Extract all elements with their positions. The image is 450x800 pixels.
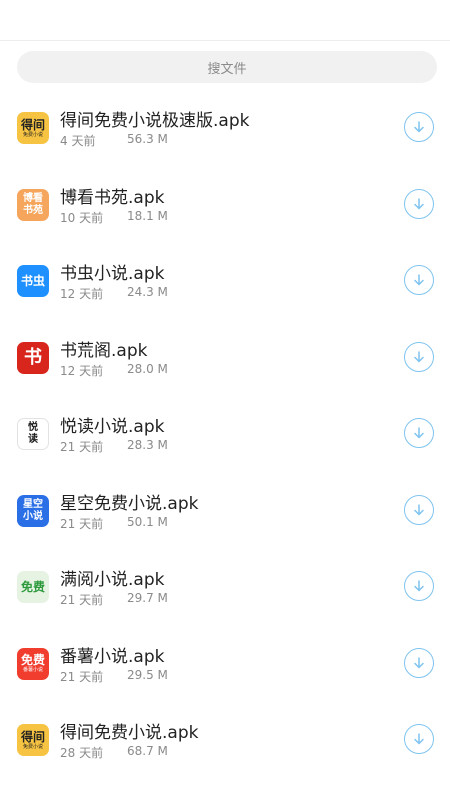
file-meta: 10 天前 18.1 M	[60, 209, 168, 226]
list-item[interactable]: 星空 小说 星空免费小说.apk 21 天前 50.1 M	[0, 473, 450, 550]
file-meta: 12 天前 28.0 M	[60, 362, 168, 379]
download-arrow-icon	[414, 503, 424, 515]
file-time: 10 天前	[60, 210, 104, 225]
file-name: 书荒阁.apk	[60, 340, 148, 361]
file-size: 28.3 M	[127, 438, 168, 452]
download-arrow-icon	[414, 427, 424, 439]
file-time: 12 天前	[60, 363, 104, 378]
app-icon-text: 得间	[20, 117, 45, 132]
fanshu-icon: 免费 番薯小说	[17, 647, 49, 680]
download-arrow-icon	[414, 197, 424, 209]
list-item[interactable]: 博看 书苑 博看书苑.apk 10 天前 18.1 M	[0, 167, 450, 244]
xingkong-icon: 星空 小说	[17, 494, 49, 527]
shuchong-icon: 书虫	[17, 265, 49, 297]
download-arrow-icon	[414, 121, 424, 133]
list-item[interactable]: 得间 免费小说 得间免费小说极速版.apk 4 天前 56.3 M	[0, 90, 450, 167]
list-item[interactable]: 书书荒阁.apk 12 天前 28.0 M	[0, 320, 450, 397]
file-meta: 21 天前 50.1 M	[60, 515, 168, 532]
list-item[interactable]: 得间 免费小说 得间免费小说.apk 28 天前 68.7 M	[0, 702, 450, 779]
file-time: 21 天前	[60, 516, 104, 531]
manyue-icon: 免费	[17, 571, 49, 603]
download-arrow-icon	[414, 350, 424, 362]
download-button[interactable]	[404, 418, 434, 448]
download-button[interactable]	[404, 265, 434, 295]
file-name: 星空免费小说.apk	[60, 493, 199, 514]
download-button[interactable]	[404, 647, 434, 678]
file-size: 29.5 M	[127, 667, 168, 682]
file-size: 56.3 M	[127, 132, 168, 146]
app-icon-text: 书	[24, 346, 42, 368]
file-size: 18.1 M	[127, 208, 168, 223]
file-size: 24.3 M	[127, 285, 168, 299]
file-name: 满阅小说.apk	[60, 570, 165, 590]
bokan-icon: 博看 书苑	[17, 188, 49, 221]
dejian-icon: 得间 免费小说	[17, 112, 49, 144]
file-size: 28.0 M	[127, 361, 168, 376]
download-button[interactable]	[404, 724, 434, 754]
file-name: 得间免费小说.apk	[60, 723, 199, 743]
yuedu-icon: 悦 读	[17, 418, 49, 450]
list-item[interactable]: 悦 读 悦读小说.apk 21 天前 28.3 M	[0, 396, 450, 473]
app-icon-text: 博看 书苑	[23, 192, 43, 216]
download-arrow-icon	[414, 733, 424, 745]
app-icon-subtext: 免费小说	[22, 131, 43, 138]
file-meta: 4 天前 56.3 M	[60, 132, 168, 149]
download-arrow-icon	[414, 656, 424, 668]
file-name: 书虫小说.apk	[60, 264, 165, 284]
download-button[interactable]	[404, 494, 434, 525]
app-icon-text: 书虫	[20, 274, 45, 288]
download-button[interactable]	[404, 188, 434, 219]
file-time: 28 天前	[60, 746, 104, 760]
app-icon-text: 免费	[20, 653, 45, 667]
file-name: 得间免费小说极速版.apk	[60, 111, 250, 131]
file-time: 21 天前	[60, 593, 104, 607]
list-item[interactable]: 免费 番薯小说 番薯小说.apk 21 天前 29.5 M	[0, 626, 450, 703]
app-icon-subtext: 免费小说	[22, 743, 43, 750]
file-meta: 12 天前 24.3 M	[60, 285, 168, 302]
top-bar	[0, 0, 450, 41]
file-name: 博看书苑.apk	[60, 187, 165, 208]
app-icon-subtext: 番薯小说	[22, 667, 43, 673]
file-meta: 21 天前 29.5 M	[60, 668, 168, 685]
download-arrow-icon	[414, 274, 424, 286]
app-icon-text: 免费	[20, 580, 45, 594]
file-size: 68.7 M	[127, 744, 168, 758]
file-time: 12 天前	[60, 287, 104, 301]
app-icon-text: 星空 小说	[23, 498, 43, 522]
file-size: 29.7 M	[127, 591, 168, 605]
list-item[interactable]: 免费 满阅小说.apk 21 天前 29.7 M	[0, 549, 450, 626]
file-size: 50.1 M	[127, 514, 168, 529]
file-meta: 21 天前 29.7 M	[60, 591, 168, 608]
file-name: 悦读小说.apk	[60, 417, 165, 437]
file-meta: 21 天前 28.3 M	[60, 438, 168, 455]
file-time: 4 天前	[60, 134, 96, 148]
file-meta: 28 天前 68.7 M	[60, 744, 168, 761]
list-item[interactable]: 书虫 书虫小说.apk 12 天前 24.3 M	[0, 243, 450, 320]
download-button[interactable]	[404, 341, 434, 372]
search-input[interactable]: 搜文件	[17, 51, 437, 83]
app-icon-text: 得间	[20, 729, 45, 744]
file-time: 21 天前	[60, 669, 104, 684]
file-list: 得间 免费小说 得间免费小说极速版.apk 4 天前 56.3 M 博看 书苑 博看书苑.a…	[0, 90, 450, 779]
shuhuangge-icon: 书	[17, 341, 49, 374]
download-arrow-icon	[414, 580, 424, 592]
download-button[interactable]	[404, 112, 434, 142]
download-button[interactable]	[404, 571, 434, 601]
dejian-icon: 得间 免费小说	[17, 724, 49, 756]
app-icon-text: 悦 读	[28, 422, 38, 445]
file-name: 番薯小说.apk	[60, 646, 165, 667]
file-time: 21 天前	[60, 440, 104, 454]
